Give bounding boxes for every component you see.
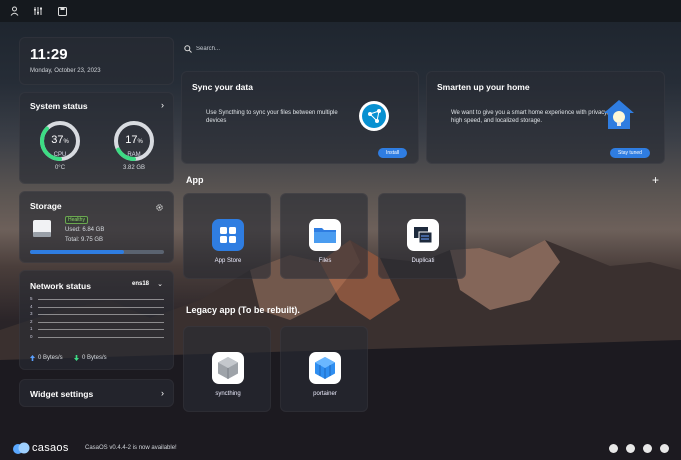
arrow-down-icon <box>74 355 79 361</box>
chart-gridline: 2 <box>30 319 164 330</box>
cpu-label: CPU <box>53 152 67 158</box>
social-links <box>609 444 669 453</box>
save-icon[interactable] <box>56 5 68 17</box>
system-status-title: System status <box>30 101 88 111</box>
sliders-icon[interactable] <box>32 5 44 17</box>
app-name: Files <box>318 258 332 264</box>
search-icon <box>184 45 192 53</box>
chat-icon[interactable] <box>609 444 618 453</box>
app-name: syncthing <box>215 391 241 397</box>
install-button[interactable]: Install <box>378 148 408 158</box>
network-chart: 5 4 3 2 1 0 <box>30 296 164 345</box>
cpu-temperature: 0°C <box>54 165 66 171</box>
upload-speed: 0 Bytes/s <box>30 355 63 361</box>
ram-value: 17% <box>125 134 143 146</box>
ram-label: RAM <box>127 152 141 158</box>
storage-title: Storage <box>30 201 62 211</box>
chevron-right-icon[interactable]: › <box>161 388 164 398</box>
user-icon[interactable] <box>8 5 20 17</box>
folder-icon <box>309 219 341 251</box>
cloud-logo-icon <box>13 442 30 454</box>
github-icon[interactable] <box>643 444 652 453</box>
discord-icon[interactable] <box>626 444 635 453</box>
app-section-title: App <box>186 175 204 185</box>
network-interface-select[interactable]: ens18 <box>132 281 149 287</box>
sync-card-title: Sync your data <box>192 82 253 92</box>
storage-progress-bar <box>30 250 164 254</box>
app-name: Duplicati <box>411 258 435 264</box>
clock-time: 11:29 <box>30 46 68 63</box>
home-card-description: We want to give you a smart home experie… <box>451 110 609 124</box>
network-status-title: Network status <box>30 281 91 291</box>
portainer-icon <box>309 352 341 384</box>
storage-widget: Storage Healthy Used: 6.84 GB Total: 9.7… <box>19 191 174 263</box>
update-available-text[interactable]: CasaOS v0.4.4-2 is now available! <box>85 445 177 451</box>
app-name: portainer <box>313 391 337 397</box>
app-tile-duplicati[interactable]: Duplicati <box>378 193 466 279</box>
storage-used: Used: 6.84 GB <box>65 227 105 233</box>
network-status-widget: Network status ens18 ⌄ 5 4 3 2 1 0 0 Byt… <box>19 270 174 370</box>
casaos-logo: casaos <box>12 441 69 455</box>
download-speed: 0 Bytes/s <box>74 355 107 361</box>
arrow-up-icon <box>30 355 35 361</box>
chart-gridline: 0 <box>30 334 164 345</box>
gear-icon[interactable] <box>155 199 164 217</box>
status-badge: Healthy <box>65 216 88 224</box>
app-store-icon <box>212 219 244 251</box>
app-tile-portainer[interactable]: portainer <box>280 326 368 412</box>
sync-data-card: Sync your data Use Syncthing to sync you… <box>181 71 419 164</box>
syncthing-logo-icon <box>358 100 390 137</box>
chart-gridline: 5 <box>30 296 164 307</box>
syncthing-icon <box>212 352 244 384</box>
widget-settings[interactable]: Widget settings › <box>19 379 174 407</box>
smart-home-icon <box>603 98 635 137</box>
storage-total: Total: 9.75 GB <box>65 237 104 243</box>
chevron-down-icon[interactable]: ⌄ <box>157 280 163 288</box>
footer-bar: casaos CasaOS v0.4.4-2 is now available! <box>0 438 681 460</box>
smart-home-card: Smarten up your home We want to give you… <box>426 71 665 164</box>
search-bar <box>184 41 334 57</box>
legacy-section-title: Legacy app (To be rebuilt). <box>186 305 300 315</box>
chevron-right-icon[interactable]: › <box>161 100 164 110</box>
widget-settings-title: Widget settings <box>30 389 94 399</box>
cpu-value: 37% <box>51 134 69 146</box>
add-app-icon[interactable]: + <box>652 173 659 187</box>
app-tile-files[interactable]: Files <box>280 193 368 279</box>
app-name: App Store <box>214 258 242 264</box>
home-card-title: Smarten up your home <box>437 82 530 92</box>
app-tile-syncthing[interactable]: syncthing <box>183 326 271 412</box>
chart-gridline: 1 <box>30 326 164 337</box>
cpu-gauge: 37% CPU <box>38 119 82 163</box>
chart-gridline: 4 <box>30 304 164 315</box>
stay-tuned-button[interactable]: Stay tuned <box>610 148 650 158</box>
chart-gridline: 3 <box>30 311 164 322</box>
clock-date: Monday, October 23, 2023 <box>30 68 101 74</box>
clock-widget: 11:29 Monday, October 23, 2023 <box>19 37 174 85</box>
ram-used: 3.82 GB <box>122 165 145 171</box>
top-toolbar <box>0 0 681 22</box>
hard-disk-icon <box>31 218 53 240</box>
system-status-widget: System status › 37% CPU 0°C 17% RAM 3.82… <box>19 92 174 184</box>
app-tile-app-store[interactable]: App Store <box>183 193 271 279</box>
help-icon[interactable] <box>660 444 669 453</box>
ram-gauge: 17% RAM <box>112 119 156 163</box>
search-input[interactable] <box>196 46 316 52</box>
sync-card-description: Use Syncthing to sync your files between… <box>206 110 338 124</box>
duplicati-icon <box>407 219 439 251</box>
storage-progress-fill <box>30 250 124 254</box>
